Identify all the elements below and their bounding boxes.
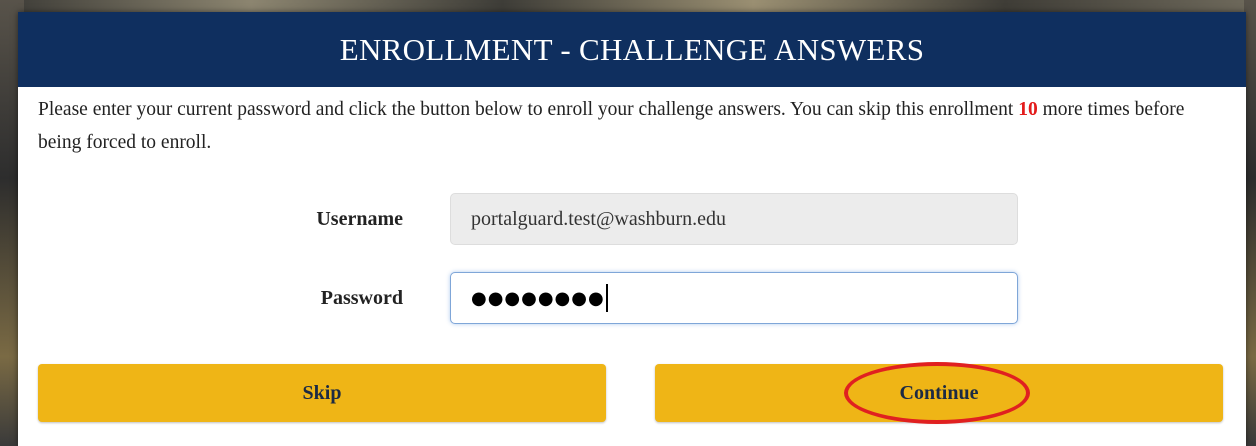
- instructions-text: Please enter your current password and c…: [18, 87, 1208, 159]
- skip-count: 10: [1018, 99, 1038, 120]
- instructions-before: Please enter your current password and c…: [38, 99, 1019, 120]
- dialog-header: ENROLLMENT - CHALLENGE ANSWERS: [18, 12, 1246, 87]
- username-label: Username: [316, 207, 403, 230]
- password-value: ●●●●●●●●: [471, 287, 605, 309]
- username-field[interactable]: portalguard.test@washburn.edu: [450, 193, 1018, 245]
- skip-button-label: Skip: [302, 381, 342, 404]
- password-row: Password ●●●●●●●●: [18, 272, 1246, 324]
- annotation-circle: [844, 362, 1030, 424]
- password-label: Password: [320, 286, 403, 309]
- text-caret: [605, 284, 608, 312]
- username-value: portalguard.test@washburn.edu: [471, 207, 727, 230]
- dialog-title: ENROLLMENT - CHALLENGE ANSWERS: [339, 31, 925, 67]
- skip-button[interactable]: Skip: [38, 364, 606, 422]
- username-row: Username portalguard.test@washburn.edu: [18, 193, 1246, 245]
- enrollment-dialog: ENROLLMENT - CHALLENGE ANSWERS Please en…: [18, 12, 1246, 446]
- password-field[interactable]: ●●●●●●●●: [450, 272, 1018, 324]
